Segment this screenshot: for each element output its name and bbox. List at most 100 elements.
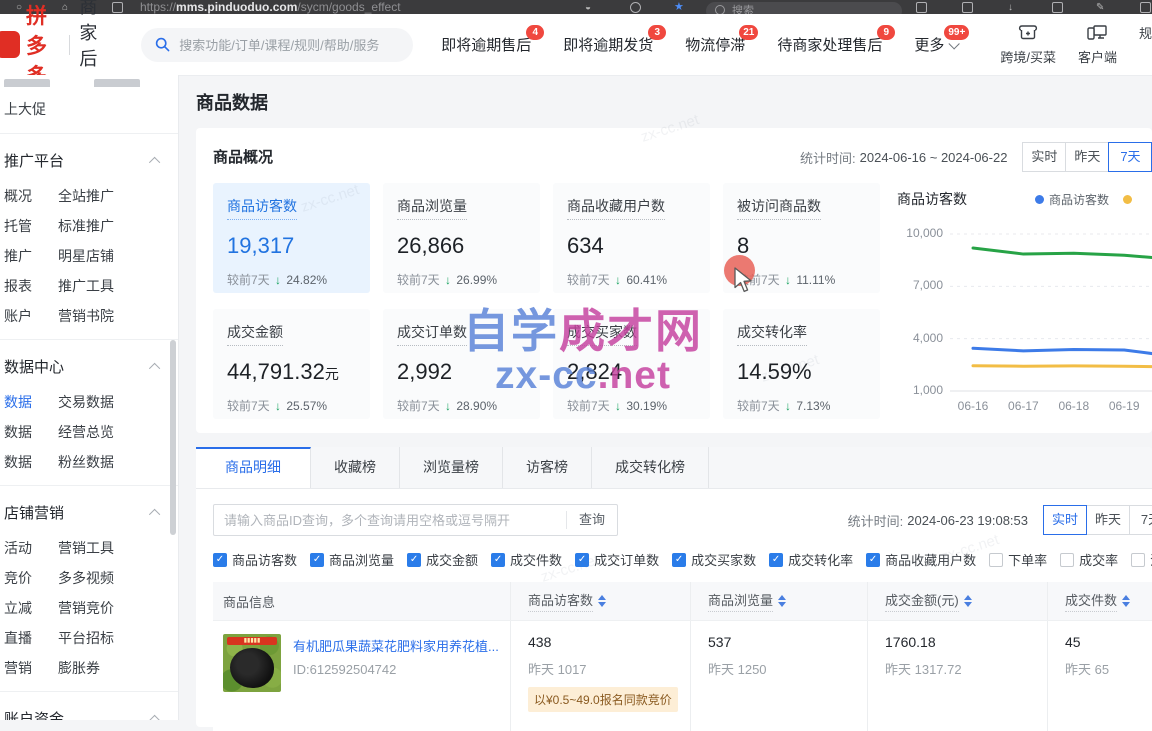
col-header-pieces[interactable]: 成交件数 [1047,582,1152,620]
metric-filter-成交转化率[interactable]: ✓成交转化率 [769,550,853,569]
stat-card-成交金额[interactable]: 成交金额44,791.32元较前7天 ↓ 25.57% [213,309,370,419]
sidebar-item-直播[interactable]: 直播 [0,628,56,648]
header-search-input[interactable] [177,28,401,64]
bid-same-item-tag[interactable]: 以¥0.5~49.0报名同款竞价 [528,687,678,712]
product-thumbnail[interactable]: ▮▮▮▮▮ [223,634,281,692]
sidebar-item-数据[interactable]: 数据 [0,392,56,412]
sidebar-item-平台招标[interactable]: 平台招标 [56,628,114,648]
browser-edge-icon[interactable] [1140,2,1151,13]
metric-filter-成交金额[interactable]: ✓成交金额 [407,550,478,569]
sort-icon[interactable] [964,595,972,607]
sidebar-item-推广[interactable]: 推广 [0,246,56,266]
checkbox-checked-icon[interactable]: ✓ [575,553,589,567]
sidebar-section-数据中心[interactable]: 数据中心 [0,340,178,387]
sidebar-item-营销[interactable]: 营销 [0,658,56,678]
metric-filter-成交率[interactable]: 成交率 [1060,550,1118,569]
sidebar-item-promo[interactable]: 上大促 [0,87,178,133]
metric-filter-成交订单数[interactable]: ✓成交订单数 [575,550,659,569]
range-button-昨天[interactable]: 昨天 [1065,142,1109,172]
browser-home-icon[interactable]: ⌂ [62,2,68,13]
header-search[interactable] [141,28,413,62]
browser-extension-icon[interactable]: ◒ [585,2,591,13]
product-title-link[interactable]: 有机肥瓜果蔬菜花肥料家用养花植... [293,636,499,655]
stat-card-成交买家数[interactable]: 成交买家数2,824较前7天 ↓ 30.19% [553,309,710,419]
nav-item-即将逾期售后[interactable]: 即将逾期售后4 [441,34,531,55]
browser-search-box[interactable]: 搜索 [706,2,902,14]
nav-item-物流停滞[interactable]: 物流停滞21 [685,34,745,55]
metric-filter-商品收藏用户数[interactable]: ✓商品收藏用户数 [866,550,976,569]
tab-浏览量榜[interactable]: 浏览量榜 [400,447,503,488]
browser-split-icon[interactable] [962,2,973,13]
sidebar-item-营销工具[interactable]: 营销工具 [56,538,114,558]
checkbox-checked-icon[interactable]: ✓ [310,553,324,567]
metric-filter-成交买家数[interactable]: ✓成交买家数 [672,550,756,569]
quick-link-规[interactable]: 规 [1139,23,1152,66]
browser-account-icon[interactable] [630,2,641,13]
sidebar-item-概况[interactable]: 概况 [0,186,56,206]
stat-card-被访问商品数[interactable]: 被访问商品数8较前7天 ↓ 11.11% [723,183,880,293]
browser-bookmark-star-icon[interactable]: ★ [674,0,684,13]
pinduoduo-logo-icon[interactable] [0,31,20,58]
sidebar-item-全站推广[interactable]: 全站推广 [56,186,114,206]
tab-成交转化榜[interactable]: 成交转化榜 [592,447,709,488]
tab-访客榜[interactable]: 访客榜 [503,447,592,488]
stat-card-成交订单数[interactable]: 成交订单数2,992较前7天 ↓ 28.90% [383,309,540,419]
range-button-昨天[interactable]: 昨天 [1086,505,1130,535]
metric-filter-商品浏览量[interactable]: ✓商品浏览量 [310,550,394,569]
tab-商品明细[interactable]: 商品明细 [196,447,311,488]
browser-tool-icon-1[interactable] [916,2,927,13]
sidebar-section-推广平台[interactable]: 推广平台 [0,134,178,181]
col-header-views[interactable]: 商品浏览量 [690,582,867,620]
browser-download-icon[interactable]: ↓ [1008,2,1013,13]
sort-icon[interactable] [598,595,606,607]
range-button-7天[interactable]: 7天 [1129,505,1152,535]
browser-add-icon[interactable] [1052,2,1063,13]
range-button-7天[interactable]: 7天 [1108,142,1152,172]
query-button[interactable]: 查询 [566,511,617,529]
checkbox-unchecked-icon[interactable] [989,553,1003,567]
browser-more-tools-icon[interactable]: ✎ [1096,2,1104,13]
browser-profile-icon[interactable]: ○ [16,2,22,13]
checkbox-checked-icon[interactable]: ✓ [407,553,421,567]
metric-filter-流量损失[interactable]: 流量损失 [1131,550,1152,569]
sidebar-item-膨胀券[interactable]: 膨胀券 [56,658,100,678]
sidebar-item-活动[interactable]: 活动 [0,538,56,558]
sidebar-item-标准推广[interactable]: 标准推广 [56,216,114,236]
sidebar-section-店铺营销[interactable]: 店铺营销 [0,486,178,533]
sort-icon[interactable] [1122,595,1130,607]
col-header-visitors[interactable]: 商品访客数 [510,582,690,620]
metric-filter-下单率[interactable]: 下单率 [989,550,1047,569]
metric-filter-商品访客数[interactable]: ✓商品访客数 [213,550,297,569]
nav-item-更多[interactable]: 更多99+ [914,34,956,55]
sort-icon[interactable] [778,595,786,607]
quick-link-客户端[interactable]: 客户端 [1078,23,1117,66]
sidebar-item-多多视频[interactable]: 多多视频 [56,568,114,588]
sidebar-scrollbar[interactable] [170,340,176,535]
nav-item-待商家处理售后[interactable]: 待商家处理售后9 [777,34,882,55]
stat-card-商品收藏用户数[interactable]: 商品收藏用户数634较前7天 ↓ 60.41% [553,183,710,293]
checkbox-checked-icon[interactable]: ✓ [769,553,783,567]
col-header-amount[interactable]: 成交金额(元) [867,582,1047,620]
range-button-实时[interactable]: 实时 [1043,505,1087,535]
metric-filter-成交件数[interactable]: ✓成交件数 [491,550,562,569]
quick-link-跨境/买菜[interactable]: 跨境/买菜 [1000,23,1056,66]
sidebar-item-立减[interactable]: 立减 [0,598,56,618]
stat-card-商品浏览量[interactable]: 商品浏览量26,866较前7天 ↓ 26.99% [383,183,540,293]
sidebar-item-报表[interactable]: 报表 [0,276,56,296]
checkbox-unchecked-icon[interactable] [1131,553,1145,567]
sidebar-item-推广工具[interactable]: 推广工具 [56,276,114,296]
legend-item[interactable]: 商品访客数 [1035,191,1109,208]
goods-id-search[interactable]: 查询 [213,504,618,536]
sidebar-item-交易数据[interactable]: 交易数据 [56,392,114,412]
checkbox-unchecked-icon[interactable] [1060,553,1074,567]
sidebar-item-粉丝数据[interactable]: 粉丝数据 [56,452,114,472]
goods-id-search-input[interactable] [214,513,566,528]
checkbox-checked-icon[interactable]: ✓ [672,553,686,567]
sidebar-section-账户资金[interactable]: 账户资金 [0,692,178,720]
browser-url[interactable]: https://mms.pinduoduo.com/sycm/goods_eff… [140,0,401,14]
sidebar-item-经营总览[interactable]: 经营总览 [56,422,114,442]
checkbox-checked-icon[interactable]: ✓ [866,553,880,567]
sidebar-item-明星店铺[interactable]: 明星店铺 [56,246,114,266]
sidebar-item-数据[interactable]: 数据 [0,422,56,442]
sidebar-item-营销书院[interactable]: 营销书院 [56,306,114,326]
